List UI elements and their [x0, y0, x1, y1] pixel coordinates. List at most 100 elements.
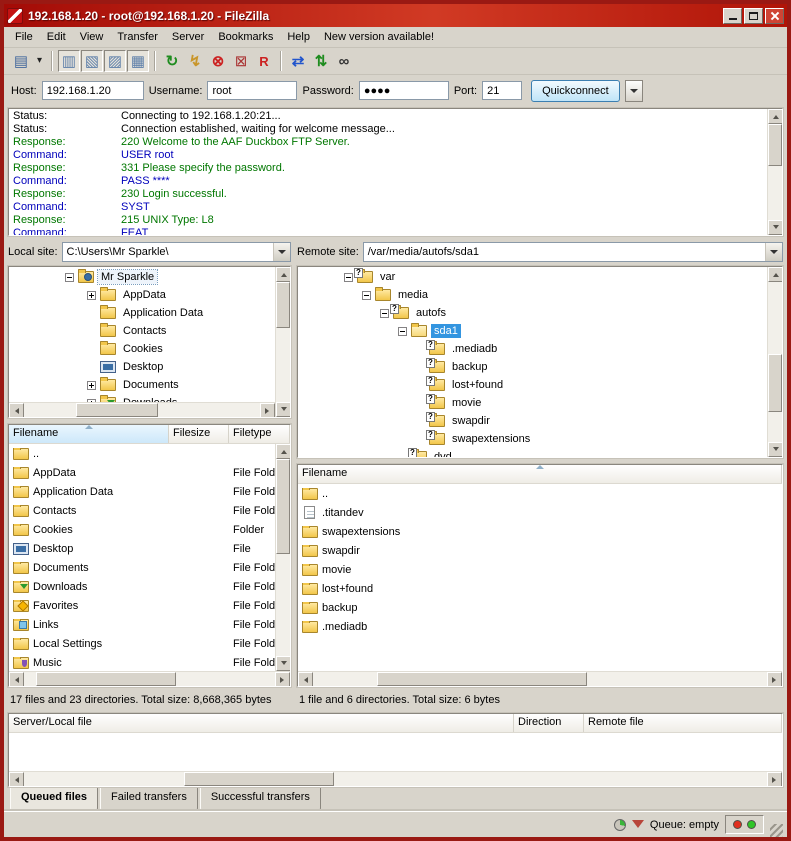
expander-icon[interactable]: [416, 345, 425, 354]
tree-item[interactable]: Contacts: [9, 322, 275, 340]
expander-icon[interactable]: [87, 399, 96, 403]
process-queue-icon[interactable]: ↯: [184, 50, 206, 72]
scrollbar-thumb[interactable]: [377, 672, 587, 686]
file-row[interactable]: Local Settings File Folder: [9, 634, 275, 653]
username-input[interactable]: [207, 81, 297, 100]
maximize-button[interactable]: [744, 8, 763, 24]
expander-icon[interactable]: [87, 345, 96, 354]
scroll-down-button[interactable]: [276, 402, 291, 417]
expander-icon[interactable]: [87, 363, 96, 372]
cancel-icon[interactable]: ⊗: [207, 50, 229, 72]
scrollbar-track[interactable]: [24, 772, 767, 786]
tab-queued-files[interactable]: Queued files: [10, 788, 98, 811]
local-site-combobox[interactable]: C:\Users\Mr Sparkle\: [62, 242, 291, 262]
expander-icon[interactable]: [87, 291, 96, 300]
refresh-icon[interactable]: ↻: [161, 50, 183, 72]
toggle-remote-tree-icon[interactable]: ▨: [104, 50, 126, 72]
speed-limit-icon[interactable]: [614, 819, 626, 831]
scrollbar-track[interactable]: [276, 282, 290, 402]
menu-item-transfer[interactable]: Transfer: [110, 28, 165, 46]
scrollbar-track[interactable]: [313, 672, 767, 686]
scroll-up-button[interactable]: [276, 444, 291, 459]
quickconnect-dropdown-button[interactable]: [625, 80, 643, 102]
scrollbar-thumb[interactable]: [276, 459, 290, 554]
scroll-up-button[interactable]: [768, 109, 783, 124]
file-row[interactable]: Desktop File: [9, 539, 275, 558]
tab-failed-transfers[interactable]: Failed transfers: [100, 788, 198, 811]
remote-list-horizontal-scrollbar[interactable]: [298, 671, 782, 686]
scroll-right-button[interactable]: [260, 403, 275, 418]
host-input[interactable]: [42, 81, 144, 100]
tree-item[interactable]: Mr Sparkle: [9, 268, 275, 286]
local-list-horizontal-scrollbar[interactable]: [9, 671, 290, 686]
file-row[interactable]: Music File Folder: [9, 653, 275, 671]
scrollbar-thumb[interactable]: [184, 772, 334, 786]
toggle-queue-icon[interactable]: ▦: [127, 50, 149, 72]
disconnect-icon[interactable]: ⊠: [230, 50, 252, 72]
tree-item[interactable]: movie: [298, 394, 767, 412]
scroll-right-button[interactable]: [767, 772, 782, 787]
scrollbar-thumb[interactable]: [768, 354, 782, 412]
file-row[interactable]: lost+found: [298, 579, 782, 598]
expander-icon[interactable]: [344, 273, 353, 282]
tree-item[interactable]: sda1: [298, 322, 767, 340]
scroll-left-button[interactable]: [9, 672, 24, 687]
queue-column-direction[interactable]: Direction: [514, 714, 584, 732]
scrollbar-thumb[interactable]: [768, 124, 782, 166]
tree-item[interactable]: backup: [298, 358, 767, 376]
menu-item-bookmarks[interactable]: Bookmarks: [211, 28, 280, 46]
expander-icon[interactable]: [87, 327, 96, 336]
queue-column-server-local-file[interactable]: Server/Local file: [9, 714, 514, 732]
password-input[interactable]: [359, 81, 449, 100]
file-row[interactable]: .titandev: [298, 503, 782, 522]
column-header-filename[interactable]: Filename: [298, 465, 782, 483]
expander-icon[interactable]: [416, 381, 425, 390]
local-list-vertical-scrollbar[interactable]: [275, 444, 290, 671]
expander-icon[interactable]: [380, 309, 389, 318]
file-row[interactable]: Cookies Folder: [9, 520, 275, 539]
file-row[interactable]: swapdir: [298, 541, 782, 560]
log-vertical-scrollbar[interactable]: [767, 109, 782, 235]
local-tree-vertical-scrollbar[interactable]: [275, 267, 290, 417]
file-row[interactable]: AppData File Folder: [9, 463, 275, 482]
file-row[interactable]: ..: [298, 484, 782, 503]
menu-item-file[interactable]: File: [8, 28, 40, 46]
menu-item-server[interactable]: Server: [165, 28, 211, 46]
file-row[interactable]: Contacts File Folder: [9, 501, 275, 520]
tree-item[interactable]: Cookies: [9, 340, 275, 358]
expander-icon[interactable]: [416, 363, 425, 372]
file-row[interactable]: .mediadb: [298, 617, 782, 636]
tree-item[interactable]: dvd: [298, 448, 767, 457]
scrollbar-track[interactable]: [768, 282, 782, 442]
remote-site-combobox[interactable]: /var/media/autofs/sda1: [363, 242, 783, 262]
queue-column-remote-file[interactable]: Remote file: [584, 714, 782, 732]
tab-successful-transfers[interactable]: Successful transfers: [200, 788, 321, 811]
file-row[interactable]: swapextensions: [298, 522, 782, 541]
scroll-left-button[interactable]: [9, 772, 24, 787]
tree-item[interactable]: autofs: [298, 304, 767, 322]
tree-item[interactable]: Downloads: [9, 394, 275, 402]
tree-item[interactable]: lost+found: [298, 376, 767, 394]
expander-icon[interactable]: [416, 435, 425, 444]
expander-icon[interactable]: [398, 327, 407, 336]
expander-icon[interactable]: [416, 417, 425, 426]
column-header-filetype[interactable]: Filetype: [229, 425, 290, 443]
scroll-right-button[interactable]: [767, 672, 782, 687]
tree-item[interactable]: media: [298, 286, 767, 304]
column-header-filesize[interactable]: Filesize: [169, 425, 229, 443]
file-row[interactable]: Documents File Folder: [9, 558, 275, 577]
expander-icon[interactable]: [65, 273, 74, 282]
scrollbar-thumb[interactable]: [36, 672, 176, 686]
quickconnect-button[interactable]: Quickconnect: [531, 80, 620, 102]
column-header-filename[interactable]: Filename: [9, 425, 169, 443]
scrollbar-thumb[interactable]: [276, 282, 290, 328]
expander-icon[interactable]: [398, 453, 407, 458]
toggle-local-tree-icon[interactable]: ▧: [81, 50, 103, 72]
filter-icon[interactable]: [632, 820, 644, 834]
scroll-left-button[interactable]: [9, 403, 24, 418]
port-input[interactable]: [482, 81, 522, 100]
local-site-dropdown-button[interactable]: [273, 243, 290, 261]
file-row[interactable]: ..: [9, 444, 275, 463]
find-files-icon[interactable]: ∞: [333, 50, 355, 72]
tree-item[interactable]: swapextensions: [298, 430, 767, 448]
